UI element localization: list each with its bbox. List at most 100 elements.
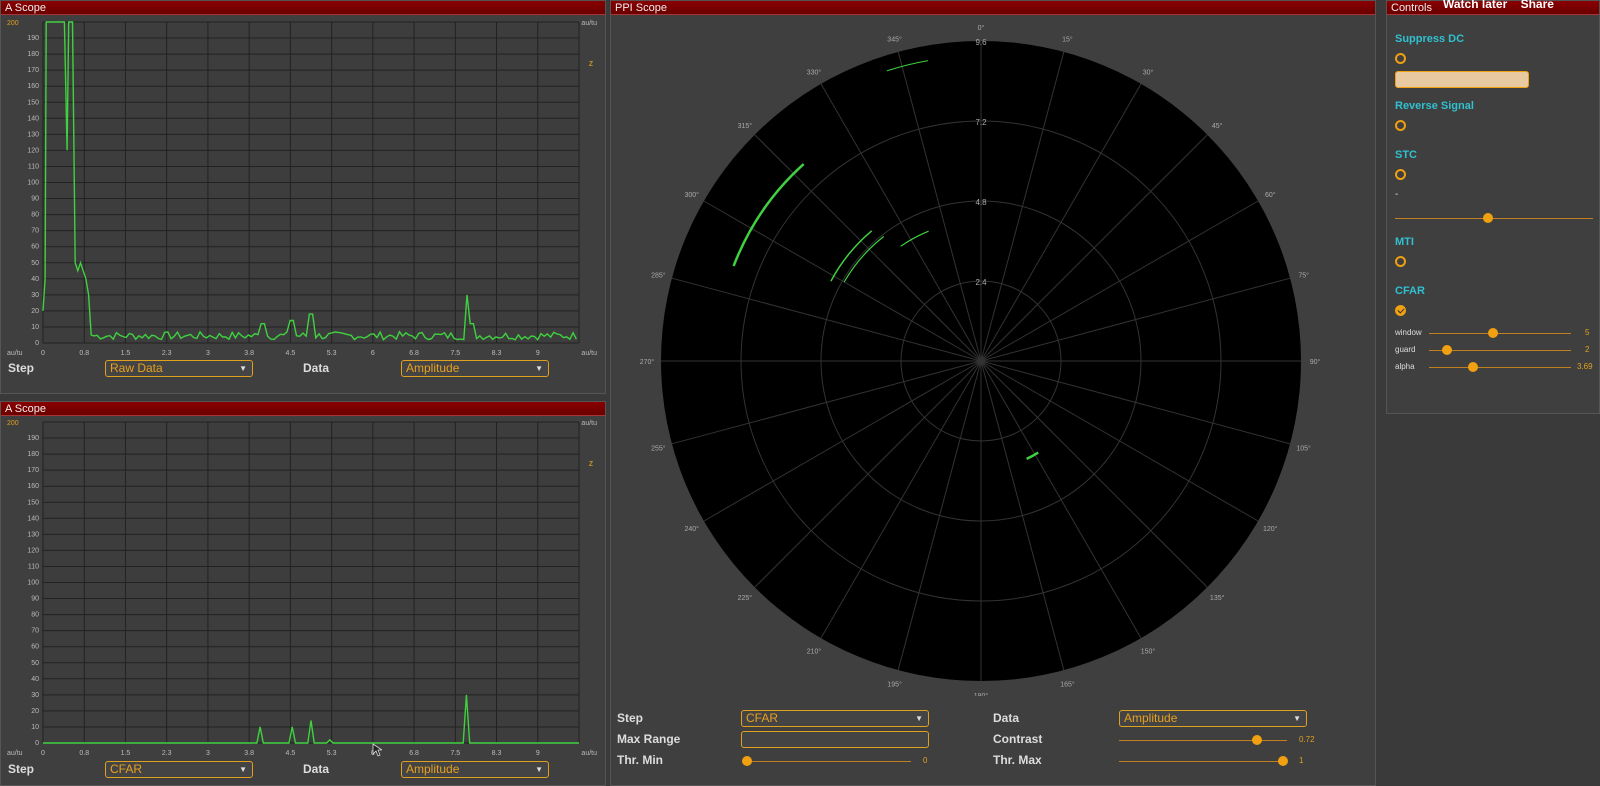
ascope-bottom-data-select[interactable]: Amplitude ▼	[401, 761, 549, 778]
angle-label: 150°	[1141, 647, 1156, 655]
video-overlay-text: Watch later Share	[1443, 0, 1554, 11]
slider-thumb[interactable]	[742, 756, 752, 766]
slider-thumb[interactable]	[1468, 362, 1479, 372]
cfar-label: CFAR	[1395, 285, 1425, 297]
ascope-top-header: A Scope	[1, 1, 605, 15]
x-tick-label: 4.5	[286, 750, 296, 757]
y-tick-label: 40	[31, 276, 39, 283]
angle-label: 90°	[1310, 358, 1321, 366]
ascope-bottom-step-select[interactable]: CFAR ▼	[105, 761, 253, 778]
y-tick-label: 10	[31, 724, 39, 731]
range-label: 7.2	[975, 118, 987, 127]
unit-label: au/tu	[581, 350, 597, 357]
chevron-down-icon: ▼	[239, 364, 247, 373]
ascope-top-plot: 2001901801701601501401301201101009080706…	[7, 20, 597, 357]
x-tick-label: 3	[206, 750, 210, 757]
angle-label: 225°	[738, 594, 753, 602]
ppi-header: PPI Scope	[611, 1, 1375, 15]
x-tick-label: 9	[536, 750, 540, 757]
x-tick-label: 6	[371, 350, 375, 357]
range-label: 4.8	[975, 198, 987, 207]
angle-label: 300°	[685, 191, 700, 199]
stc-slider[interactable]	[1395, 213, 1593, 223]
cfar-window-label: window	[1395, 328, 1422, 337]
angle-label: 345°	[887, 35, 902, 43]
ascope-top-step-select[interactable]: Raw Data ▼	[105, 360, 253, 377]
mouse-cursor-icon	[372, 743, 382, 757]
y-tick-label: 140	[27, 515, 39, 522]
slider-thumb[interactable]	[1483, 213, 1494, 223]
y-tick-label: 150	[27, 99, 39, 106]
x-tick-label: 5.3	[327, 750, 337, 757]
y-tick-label: 90	[31, 596, 39, 603]
controls-panel: Controls Watch later Share Suppress DC R…	[1386, 0, 1600, 414]
x-tick-label: 8.3	[492, 750, 502, 757]
ppi-thr-min-slider[interactable]	[742, 756, 911, 766]
cfar-guard-slider[interactable]	[1429, 345, 1571, 355]
z-label: z	[589, 458, 594, 468]
y-tick-label: 160	[27, 483, 39, 490]
chevron-down-icon: ▼	[239, 765, 247, 774]
x-tick-label: 3	[206, 350, 210, 357]
suppress-dc-toggle[interactable]	[1395, 53, 1406, 64]
x-tick-label: 0	[41, 750, 45, 757]
cfar-window-slider[interactable]	[1429, 328, 1571, 338]
y-tick-label: 170	[27, 467, 39, 474]
ascope-top-step-label: Step	[8, 361, 35, 375]
x-tick-label: 8.3	[492, 350, 502, 357]
stc-label: STC	[1395, 149, 1417, 161]
ascope-top-data-select[interactable]: Amplitude ▼	[401, 360, 549, 377]
chevron-down-icon: ▼	[915, 714, 923, 723]
angle-label: 315°	[738, 122, 753, 130]
ascope-panel-top: A Scope 200 190 180 170 160 150 140 130 120 110 10…	[0, 0, 606, 394]
angle-label: 180°	[974, 692, 989, 696]
stc-toggle[interactable]	[1395, 169, 1406, 180]
slider-thumb[interactable]	[1278, 756, 1288, 766]
mti-toggle[interactable]	[1395, 256, 1406, 267]
chevron-down-icon: ▼	[535, 364, 543, 373]
slider-thumb[interactable]	[1251, 735, 1262, 745]
unit-label: au/tu	[7, 350, 23, 357]
ppi-title: PPI Scope	[615, 2, 667, 14]
angle-label: 255°	[651, 444, 666, 452]
y-tick-label: 70	[31, 228, 39, 235]
y-tick-label: 180	[27, 51, 39, 58]
y-tick-label: 80	[31, 212, 39, 219]
x-tick-label: 2.3	[162, 750, 172, 757]
y-tick-label: 130	[27, 531, 39, 538]
unit-label: au/tu	[581, 420, 597, 427]
y-tick-label: 80	[31, 612, 39, 619]
mti-label: MTI	[1395, 236, 1414, 248]
cfar-alpha-slider[interactable]	[1429, 362, 1571, 372]
range-label: 2.4	[975, 278, 987, 287]
cfar-toggle[interactable]	[1395, 305, 1406, 316]
reverse-signal-toggle[interactable]	[1395, 120, 1406, 131]
x-tick-label: 3.8	[244, 350, 254, 357]
angle-label: 135°	[1210, 594, 1225, 602]
chevron-down-icon: ▼	[1293, 714, 1301, 723]
angle-label: 30°	[1143, 69, 1154, 77]
y-tick-label: 60	[31, 644, 39, 651]
angle-label: 165°	[1060, 681, 1075, 689]
ppi-contrast-slider[interactable]	[1119, 735, 1287, 745]
ppi-thr-max-slider[interactable]	[1119, 756, 1288, 766]
ascope-bottom-header: A Scope	[1, 402, 605, 416]
angle-label: 0°	[978, 24, 985, 32]
ppi-max-range-input[interactable]	[741, 731, 929, 748]
x-tick-label: 0	[41, 350, 45, 357]
suppress-dc-input[interactable]	[1395, 71, 1529, 88]
y-tick-label: 30	[31, 692, 39, 699]
angle-label: 270°	[640, 358, 655, 366]
x-tick-label: 1.5	[121, 750, 131, 757]
ppi-data-select[interactable]: Amplitude ▼	[1119, 710, 1307, 727]
slider-thumb[interactable]	[1487, 328, 1498, 338]
x-tick-label: 7.5	[450, 750, 460, 757]
slider-thumb[interactable]	[1442, 345, 1453, 355]
x-tick-label: 5.3	[327, 350, 337, 357]
y-tick-label: 0	[35, 740, 39, 747]
ppi-step-select[interactable]: CFAR ▼	[741, 710, 929, 727]
y-tick-label: 100	[27, 180, 39, 187]
y-tick-label: 140	[27, 115, 39, 122]
y-tick-label: 160	[27, 83, 39, 90]
y-tick-label: 20	[31, 308, 39, 315]
